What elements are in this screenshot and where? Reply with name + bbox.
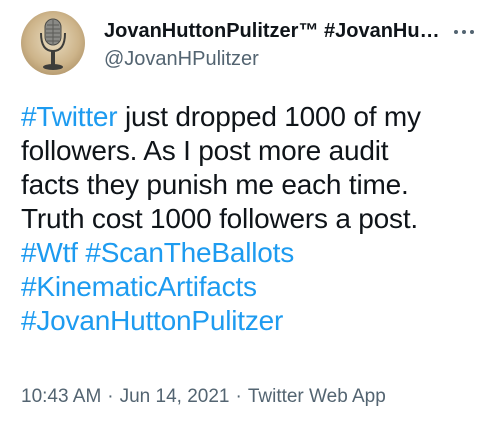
tweet-header: JovanHuttonPulitzer™ #JovanHutto… @Jovan… bbox=[104, 18, 444, 72]
more-dot bbox=[470, 30, 474, 34]
user-handle[interactable]: @JovanHPulitzer bbox=[104, 46, 444, 72]
hashtag-line: #JovanHuttonPulitzer bbox=[21, 304, 491, 338]
more-dot bbox=[454, 30, 458, 34]
tweet-line: facts they punish me each time. bbox=[21, 169, 409, 200]
tweet-text: #Twitter just dropped 1000 of my followe… bbox=[21, 100, 491, 338]
hashtag-line: #Wtf #ScanTheBallots bbox=[21, 236, 491, 270]
tweet-card: JovanHuttonPulitzer™ #JovanHutto… @Jovan… bbox=[0, 0, 500, 431]
tweet-line-text: just dropped 1000 of my bbox=[117, 101, 421, 132]
tweet-source[interactable]: Twitter Web App bbox=[248, 386, 386, 407]
display-name[interactable]: JovanHuttonPulitzer™ #JovanHutto… bbox=[104, 18, 444, 44]
hashtag-link[interactable]: #Twitter bbox=[21, 101, 118, 132]
tweet-time[interactable]: 10:43 AM bbox=[21, 386, 101, 407]
tweet-metadata: 10:43 AM · Jun 14, 2021 · Twitter Web App bbox=[21, 385, 386, 409]
hashtag-link[interactable]: #Wtf bbox=[21, 237, 78, 268]
hashtag-link[interactable]: #ScanTheBallots bbox=[85, 237, 294, 268]
more-options-icon[interactable] bbox=[448, 22, 480, 42]
tweet-line: Truth cost 1000 followers a post. bbox=[21, 203, 419, 234]
avatar[interactable] bbox=[21, 11, 85, 75]
tweet-line: #Twitter just dropped 1000 of my bbox=[21, 100, 491, 134]
tweet-date[interactable]: Jun 14, 2021 bbox=[120, 386, 230, 407]
hashtag-link[interactable]: #JovanHuttonPulitzer bbox=[21, 305, 283, 336]
hashtag-link[interactable]: #KinematicArtifacts bbox=[21, 271, 257, 302]
meta-separator: · bbox=[107, 386, 114, 407]
more-dot bbox=[462, 30, 466, 34]
vintage-microphone-icon bbox=[40, 18, 66, 70]
hashtag-line: #KinematicArtifacts bbox=[21, 270, 491, 304]
meta-separator: · bbox=[235, 386, 242, 407]
tweet-line: followers. As I post more audit bbox=[21, 135, 389, 166]
